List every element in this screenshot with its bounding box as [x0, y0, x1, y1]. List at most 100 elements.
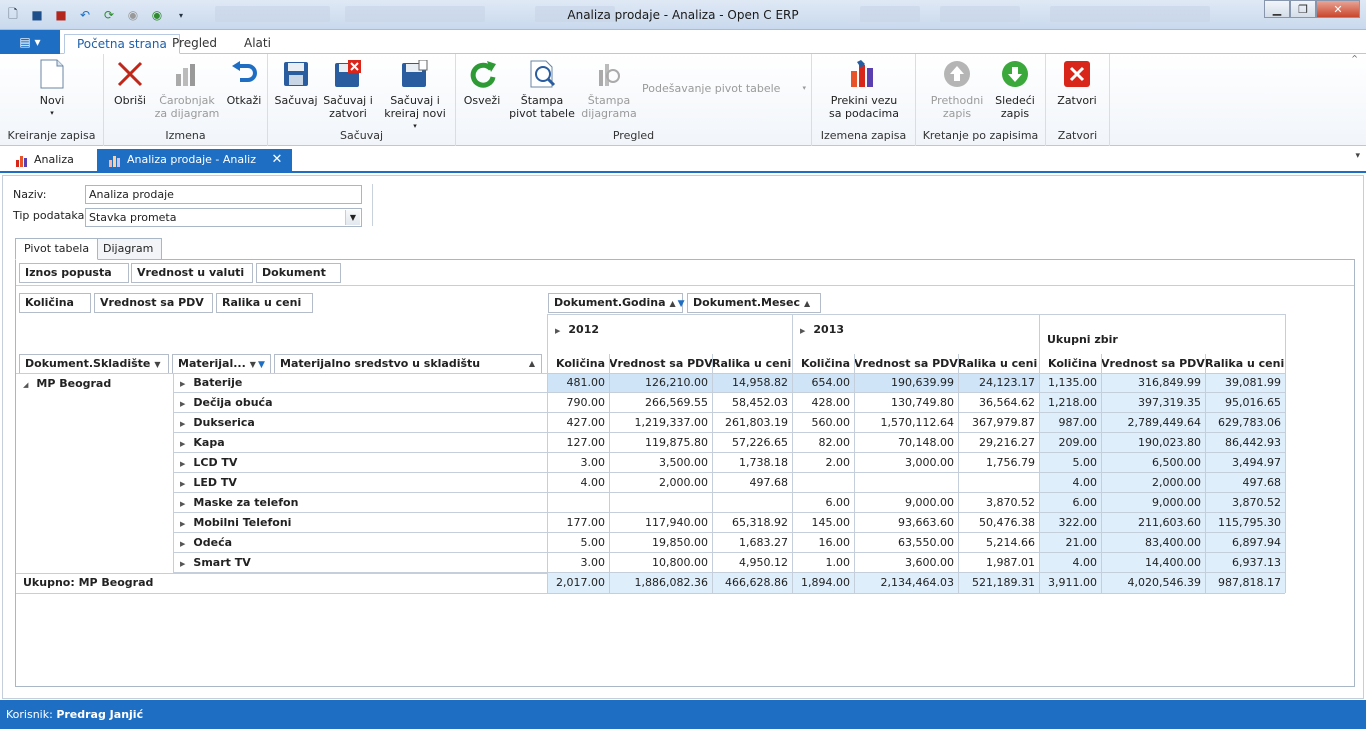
- data-cell[interactable]: 119,875.80: [609, 433, 712, 453]
- data-cell[interactable]: 316,849.99: [1101, 373, 1205, 393]
- tab-pivot-tabela[interactable]: Pivot tabela: [15, 238, 99, 260]
- expand-icon[interactable]: ▶: [180, 460, 185, 468]
- table-row-header[interactable]: ▶ Maske za telefon: [174, 493, 544, 513]
- data-cell[interactable]: 117,940.00: [609, 513, 712, 533]
- disconnect-button[interactable]: Prekini vezu sa podacima: [826, 58, 902, 120]
- expand-icon[interactable]: ▶: [180, 560, 185, 568]
- group-row-header[interactable]: ◢ MP Beograd: [19, 374, 169, 394]
- data-cell[interactable]: 3,494.97: [1205, 453, 1285, 473]
- data-cell[interactable]: 14,958.82: [712, 373, 792, 393]
- data-cell[interactable]: 115,795.30: [1205, 513, 1285, 533]
- total-cell[interactable]: 987,818.17: [1205, 573, 1285, 593]
- expand-icon[interactable]: ▶: [180, 380, 185, 388]
- close-window-icon[interactable]: ✕: [1316, 0, 1360, 18]
- data-cell[interactable]: 95,016.65: [1205, 393, 1285, 413]
- restore-icon[interactable]: ❐: [1290, 0, 1316, 18]
- total-cell[interactable]: 4,020,546.39: [1101, 573, 1205, 593]
- print-pivot-button[interactable]: Štampa pivot tabele: [508, 58, 576, 120]
- data-cell[interactable]: 790.00: [547, 393, 609, 413]
- data-cell[interactable]: 10,800.00: [609, 553, 712, 573]
- data-cell[interactable]: 1,987.01: [958, 553, 1039, 573]
- table-row-header[interactable]: ▶ Kapa: [174, 433, 544, 453]
- data-cell[interactable]: [547, 493, 609, 513]
- data-cell[interactable]: 3.00: [547, 453, 609, 473]
- total-cell[interactable]: 3,911.00: [1039, 573, 1101, 593]
- table-row-header[interactable]: ▶ Baterije: [174, 373, 544, 393]
- expand-icon[interactable]: ▶: [180, 420, 185, 428]
- expand-icon[interactable]: ▶: [555, 327, 560, 335]
- data-cell[interactable]: 19,850.00: [609, 533, 712, 553]
- new-button[interactable]: Novi ▾: [27, 58, 77, 120]
- data-cell[interactable]: 1.00: [792, 553, 854, 573]
- data-cell[interactable]: 24,123.17: [958, 373, 1039, 393]
- data-cell[interactable]: 58,452.03: [712, 393, 792, 413]
- data-cell[interactable]: 82.00: [792, 433, 854, 453]
- total-cell[interactable]: 466,628.86: [712, 573, 792, 593]
- refresh-button[interactable]: Osveži: [460, 58, 504, 107]
- table-row-header[interactable]: ▶ Dečija obuća: [174, 393, 544, 413]
- data-cell[interactable]: 497.68: [1205, 473, 1285, 493]
- data-cell[interactable]: 9,000.00: [854, 493, 958, 513]
- next-record-button[interactable]: Sledeći zapis: [992, 58, 1038, 120]
- data-cell[interactable]: 428.00: [792, 393, 854, 413]
- data-cell[interactable]: 2.00: [792, 453, 854, 473]
- row-field-skladiste[interactable]: Dokument.Skladište ▼: [19, 354, 169, 374]
- filter-field[interactable]: Iznos popusta: [19, 263, 129, 283]
- data-cell[interactable]: 397,319.35: [1101, 393, 1205, 413]
- save-new-button[interactable]: Sačuvaj i kreiraj novi ▾: [378, 58, 452, 133]
- expand-icon[interactable]: ▶: [180, 440, 185, 448]
- data-cell[interactable]: 266,569.55: [609, 393, 712, 413]
- data-cell[interactable]: 5,214.66: [958, 533, 1039, 553]
- data-cell[interactable]: 145.00: [792, 513, 854, 533]
- collapse-icon[interactable]: ◢: [23, 381, 28, 389]
- row-field-materijalno-sredstvo[interactable]: Materijalno sredstvo u skladištu ▲: [274, 354, 542, 374]
- total-cell[interactable]: 2,134,464.03: [854, 573, 958, 593]
- data-cell[interactable]: 209.00: [1039, 433, 1101, 453]
- data-cell[interactable]: 177.00: [547, 513, 609, 533]
- data-cell[interactable]: 5.00: [547, 533, 609, 553]
- data-cell[interactable]: 190,639.99: [854, 373, 958, 393]
- column-field-godina[interactable]: Dokument.Godina ▲ ▼: [548, 293, 685, 313]
- data-cell[interactable]: 4,950.12: [712, 553, 792, 573]
- data-cell[interactable]: 1,683.27: [712, 533, 792, 553]
- data-cell[interactable]: 1,135.00: [1039, 373, 1101, 393]
- data-cell[interactable]: [854, 473, 958, 493]
- data-cell[interactable]: 2,789,449.64: [1101, 413, 1205, 433]
- tab-alati[interactable]: Alati: [232, 34, 283, 54]
- data-cell[interactable]: 83,400.00: [1101, 533, 1205, 553]
- year-header[interactable]: ▶ 2013: [792, 320, 1022, 340]
- minimize-icon[interactable]: ▁: [1264, 0, 1290, 18]
- data-cell[interactable]: 3,000.00: [854, 453, 958, 473]
- total-cell[interactable]: 521,189.31: [958, 573, 1039, 593]
- data-cell[interactable]: 6,897.94: [1205, 533, 1285, 553]
- data-cell[interactable]: 560.00: [792, 413, 854, 433]
- delete-button[interactable]: Obriši: [110, 58, 150, 107]
- print-chart-button[interactable]: Štampa dijagrama: [580, 58, 638, 120]
- year-header[interactable]: ▶ 2012: [547, 320, 777, 340]
- data-cell[interactable]: 6,500.00: [1101, 453, 1205, 473]
- data-cell[interactable]: 427.00: [547, 413, 609, 433]
- filter-field[interactable]: Vrednost u valuti: [131, 263, 253, 283]
- tab-pregled[interactable]: Pregled: [160, 34, 229, 54]
- table-row-header[interactable]: ▶ Odeća: [174, 533, 544, 553]
- data-cell[interactable]: 1,738.18: [712, 453, 792, 473]
- app-menu-button[interactable]: ▤ ▾: [0, 30, 60, 54]
- data-cell[interactable]: 5.00: [1039, 453, 1101, 473]
- data-cell[interactable]: 130,749.80: [854, 393, 958, 413]
- data-cell[interactable]: 39,081.99: [1205, 373, 1285, 393]
- data-cell[interactable]: 57,226.65: [712, 433, 792, 453]
- data-cell[interactable]: [712, 493, 792, 513]
- data-cell[interactable]: 261,803.19: [712, 413, 792, 433]
- data-cell[interactable]: 2,000.00: [1101, 473, 1205, 493]
- data-cell[interactable]: 481.00: [547, 373, 609, 393]
- data-cell[interactable]: 211,603.60: [1101, 513, 1205, 533]
- close-button[interactable]: Zatvori: [1052, 58, 1102, 107]
- data-cell[interactable]: 70,148.00: [854, 433, 958, 453]
- row-field-materijal[interactable]: Materijal... ▼ ▼: [172, 354, 271, 374]
- tip-podataka-select[interactable]: Stavka prometa ▼: [85, 208, 362, 227]
- data-cell[interactable]: 3,870.52: [958, 493, 1039, 513]
- data-field[interactable]: Vrednost sa PDV: [94, 293, 213, 313]
- data-cell[interactable]: 93,663.60: [854, 513, 958, 533]
- chart-wizard-button[interactable]: Čarobnjak za dijagram: [154, 58, 220, 120]
- data-cell[interactable]: 3,500.00: [609, 453, 712, 473]
